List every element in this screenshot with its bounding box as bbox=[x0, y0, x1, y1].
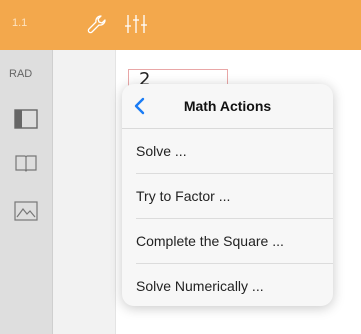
menu-item-complete-the-square[interactable]: Complete the Square ... bbox=[122, 219, 333, 263]
left-sidebar: RAD bbox=[0, 50, 53, 334]
menu-item-label: Solve Numerically ... bbox=[136, 278, 264, 294]
sliders-icon[interactable] bbox=[124, 13, 148, 35]
menu-item-solve[interactable]: Solve ... bbox=[122, 129, 333, 173]
book-icon[interactable] bbox=[14, 153, 38, 173]
menu-item-label: Complete the Square ... bbox=[136, 233, 284, 249]
menu-item-label: Solve ... bbox=[136, 143, 187, 159]
graph-icon[interactable] bbox=[14, 201, 38, 221]
page-tab-number[interactable]: 1.1 bbox=[12, 17, 27, 29]
popover-header: Math Actions bbox=[122, 84, 333, 129]
wrench-icon[interactable] bbox=[86, 13, 108, 35]
chevron-left-icon[interactable] bbox=[128, 94, 152, 118]
menu-item-label: Try to Factor ... bbox=[136, 188, 231, 204]
top-toolbar: 1.1 bbox=[0, 0, 361, 50]
menu-item-try-to-factor[interactable]: Try to Factor ... bbox=[122, 174, 333, 218]
math-actions-popover: Math Actions Solve ... Try to Factor ...… bbox=[122, 84, 333, 306]
angle-mode-label[interactable]: RAD bbox=[9, 68, 32, 80]
popover-title: Math Actions bbox=[183, 98, 272, 114]
layout-icon[interactable] bbox=[14, 109, 38, 129]
menu-item-solve-numerically[interactable]: Solve Numerically ... bbox=[122, 264, 333, 306]
